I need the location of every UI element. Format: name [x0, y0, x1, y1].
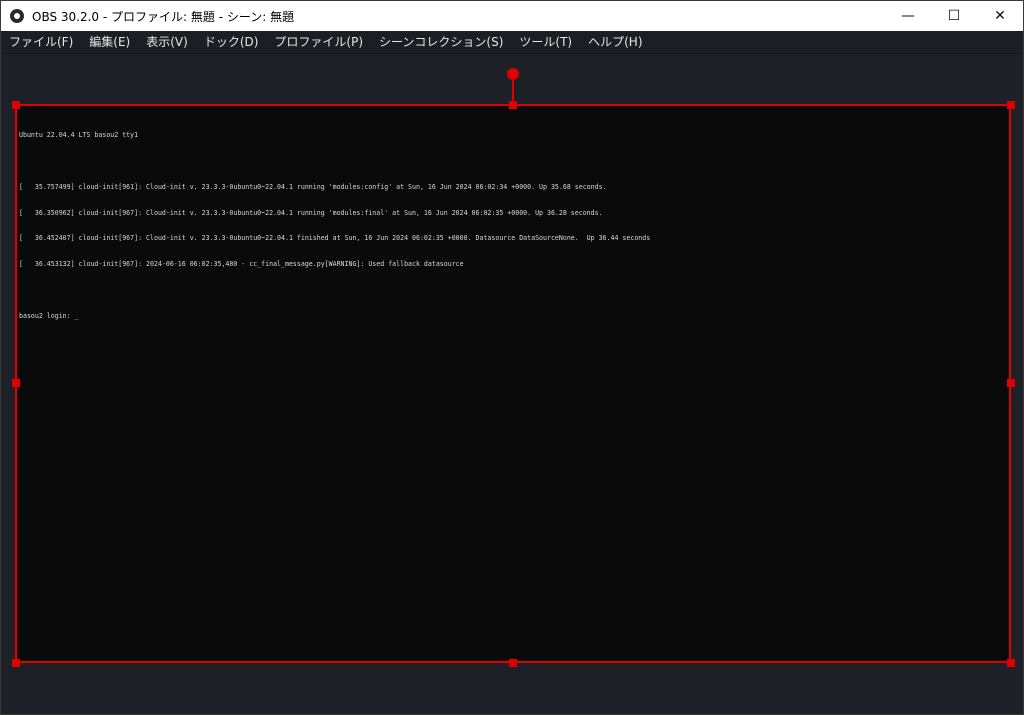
resize-handle-bottom[interactable]: [509, 659, 517, 667]
menu-tools[interactable]: ツール(T): [511, 31, 580, 53]
menu-profile[interactable]: プロファイル(P): [266, 31, 371, 53]
terminal-line: [ 35.757499] cloud-init[961]: Cloud-init…: [19, 182, 607, 191]
resize-handle-top-right[interactable]: [1007, 101, 1015, 109]
window-title: OBS 30.2.0 - プロファイル: 無題 - シーン: 無題: [32, 9, 295, 24]
minimize-button[interactable]: —: [885, 1, 931, 31]
preview-canvas[interactable]: Ubuntu 22.04.4 LTS basou2 tty1 [ 35.7574…: [1, 54, 1023, 714]
close-button[interactable]: ✕: [977, 1, 1023, 31]
resize-handle-right[interactable]: [1007, 379, 1015, 387]
menu-help[interactable]: ヘルプ(H): [580, 31, 650, 53]
rotation-handle[interactable]: [507, 68, 519, 80]
close-icon: ✕: [994, 8, 1006, 24]
title-bar: OBS 30.2.0 - プロファイル: 無題 - シーン: 無題 — ☐ ✕: [1, 1, 1023, 31]
resize-handle-left[interactable]: [12, 379, 20, 387]
menu-view[interactable]: 表示(V): [138, 31, 196, 53]
window-controls: — ☐ ✕: [885, 1, 1023, 31]
terminal-header: Ubuntu 22.04.4 LTS basou2 tty1: [19, 131, 139, 140]
resize-handle-top-left[interactable]: [12, 101, 20, 109]
terminal-line: [ 36.453132] cloud-init[967]: 2024-06-16…: [19, 260, 464, 269]
maximize-icon: ☐: [947, 8, 961, 24]
obs-logo-icon: [10, 9, 24, 23]
selected-source[interactable]: Ubuntu 22.04.4 LTS basou2 tty1 [ 35.7574…: [15, 104, 1011, 663]
terminal-output: Ubuntu 22.04.4 LTS basou2 tty1 [ 35.7574…: [19, 114, 650, 337]
resize-handle-top[interactable]: [509, 101, 517, 109]
menu-scene-collection[interactable]: シーンコレクション(S): [371, 31, 511, 53]
maximize-button[interactable]: ☐: [931, 1, 977, 31]
menu-edit[interactable]: 編集(E): [81, 31, 138, 53]
terminal-login-prompt: basou2 login: _: [19, 311, 79, 320]
menu-bar: ファイル(F) 編集(E) 表示(V) ドック(D) プロファイル(P) シーン…: [1, 31, 1023, 54]
terminal-line: [ 36.452407] cloud-init[967]: Cloud-init…: [19, 234, 651, 243]
resize-handle-bottom-left[interactable]: [12, 659, 20, 667]
obs-window: OBS 30.2.0 - プロファイル: 無題 - シーン: 無題 — ☐ ✕ …: [0, 0, 1024, 715]
terminal-line: [ 36.350962] cloud-init[967]: Cloud-init…: [19, 208, 603, 217]
resize-handle-bottom-right[interactable]: [1007, 659, 1015, 667]
menu-file[interactable]: ファイル(F): [1, 31, 81, 53]
minimize-icon: —: [901, 8, 915, 24]
menu-docks[interactable]: ドック(D): [196, 31, 267, 53]
